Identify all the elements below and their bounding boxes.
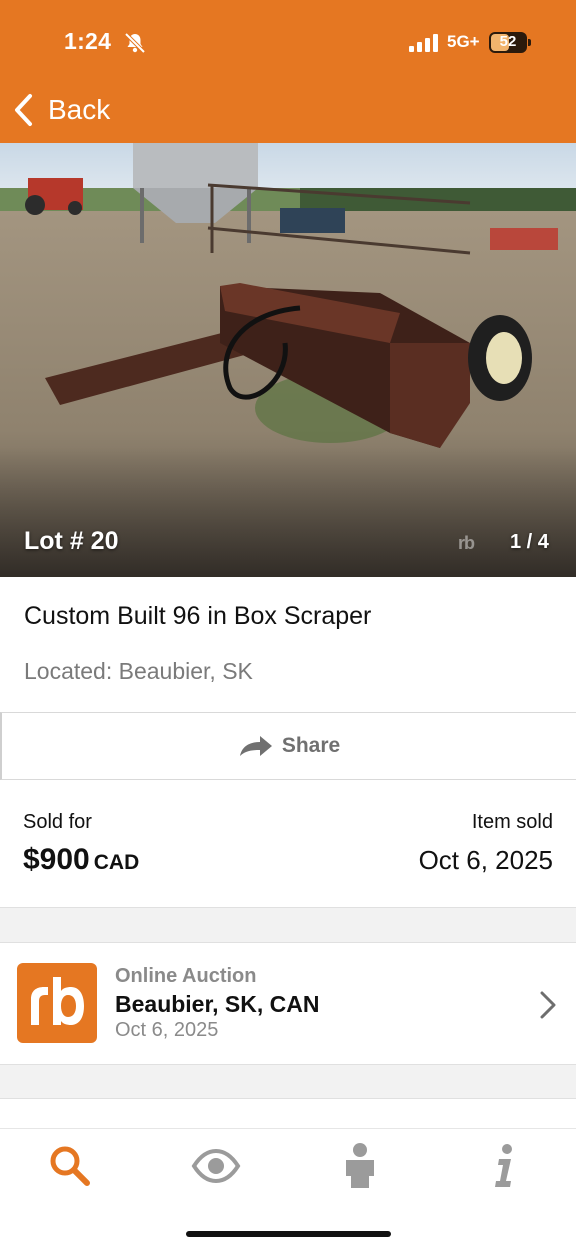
auction-type: Online Auction	[115, 965, 257, 987]
cellular-signal-icon	[409, 34, 438, 52]
item-photo[interactable]	[0, 143, 576, 577]
share-label: Share	[281, 734, 341, 757]
section-divider	[0, 907, 576, 943]
search-icon	[50, 1146, 90, 1186]
back-button[interactable]: Back	[12, 88, 110, 132]
info-icon	[495, 1144, 512, 1187]
sold-for-label: Sold for	[23, 811, 92, 833]
back-label: Back	[48, 94, 111, 125]
eye-icon	[191, 1149, 241, 1183]
sold-price: $900 CAD	[23, 843, 139, 877]
auction-card[interactable]: Online Auction Beaubier, SK, CAN Oct 6, …	[0, 943, 576, 1064]
price-currency: CAD	[93, 851, 140, 874]
auction-date: Oct 6, 2025	[115, 1019, 219, 1041]
app-header: 1:24 5G+ 52 Back	[0, 0, 576, 143]
battery-level: 52	[499, 33, 517, 50]
tab-search[interactable]	[40, 1141, 100, 1191]
tab-info[interactable]	[474, 1141, 534, 1191]
rb-logo	[17, 963, 97, 1043]
price-value: $900	[23, 843, 90, 876]
person-icon	[346, 1143, 374, 1188]
chevron-left-icon	[15, 94, 32, 126]
item-location: Located: Beaubier, SK	[24, 658, 253, 684]
chevron-right-icon	[540, 991, 556, 1019]
item-sold-date: Oct 6, 2025	[418, 845, 553, 875]
battery-icon: 52	[489, 32, 531, 53]
item-sold-label: Item sold	[471, 811, 553, 833]
status-bar: 1:24 5G+ 52	[0, 0, 576, 80]
auction-location: Beaubier, SK, CAN	[115, 991, 320, 1017]
watermark-logo: rb	[458, 533, 475, 553]
item-title: Custom Built 96 in Box Scraper	[24, 602, 372, 630]
section-divider	[0, 1064, 576, 1099]
home-indicator	[186, 1231, 391, 1237]
share-arrow-icon	[239, 736, 272, 756]
lot-number: Lot # 20	[24, 527, 119, 555]
tab-watchlist[interactable]	[186, 1141, 246, 1191]
box-scraper-photo	[0, 143, 576, 577]
rb-logo-mark	[31, 977, 84, 1025]
status-time: 1:24	[64, 28, 112, 54]
network-type: 5G+	[447, 32, 480, 51]
share-button[interactable]: Share	[0, 712, 576, 780]
bell-muted-icon	[124, 32, 146, 54]
tab-account[interactable]	[330, 1141, 390, 1191]
photo-counter: 1 / 4	[510, 531, 549, 553]
